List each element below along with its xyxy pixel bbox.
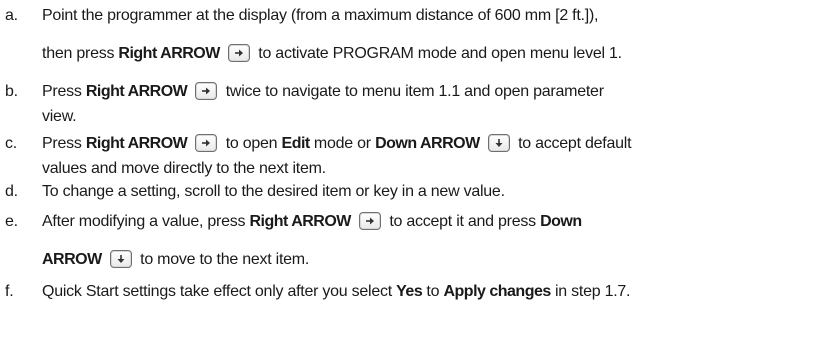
right-arrow-label: Right ARROW	[85, 135, 188, 152]
step-a-letter: a.	[5, 7, 18, 24]
step-c-letter: c.	[5, 135, 17, 152]
right-arrow-key-icon	[195, 81, 218, 100]
step-e-letter: e.	[5, 213, 18, 230]
step-f-line1: Quick Start settings take effect only af…	[42, 283, 631, 300]
down-arrow-key-icon	[487, 133, 510, 152]
arrow-label: ARROW	[42, 251, 102, 268]
down-arrow-label: Down ARROW	[375, 135, 480, 152]
right-arrow-label: Right ARROW	[118, 45, 220, 62]
step-c-line1: Press Right ARROW to open Edit mode or D…	[42, 133, 632, 152]
apply-changes-label: Apply changes	[443, 283, 551, 300]
step-b-letter: b.	[5, 83, 18, 100]
down-arrow-key-icon	[109, 249, 132, 268]
instruction-steps: a. Point the programmer at the display (…	[0, 0, 829, 359]
step-e-line2: ARROW to move to the next item.	[42, 249, 310, 268]
edit-label: Edit	[281, 135, 311, 152]
down-label: Down	[540, 213, 582, 230]
step-e-line1: After modifying a value, press Right ARR…	[42, 211, 582, 230]
step-b-line1: Press Right ARROW twice to navigate to m…	[42, 81, 604, 100]
step-a-line2: then press Right ARROW to activate PROGR…	[42, 43, 622, 62]
step-a-line1: Point the programmer at the display (fro…	[42, 7, 599, 24]
step-b-line2: view.	[42, 108, 77, 125]
yes-label: Yes	[396, 283, 423, 300]
step-d-letter: d.	[5, 183, 18, 200]
right-arrow-label: Right ARROW	[85, 83, 188, 100]
step-c-line2: values and move directly to the next ite…	[42, 160, 326, 177]
step-d-line1: To change a setting, scroll to the desir…	[42, 183, 505, 200]
step-f-letter: f.	[5, 283, 14, 300]
right-arrow-key-icon	[228, 43, 251, 62]
right-arrow-key-icon	[195, 133, 218, 152]
right-arrow-label: Right ARROW	[249, 213, 351, 230]
right-arrow-key-icon	[359, 211, 382, 230]
